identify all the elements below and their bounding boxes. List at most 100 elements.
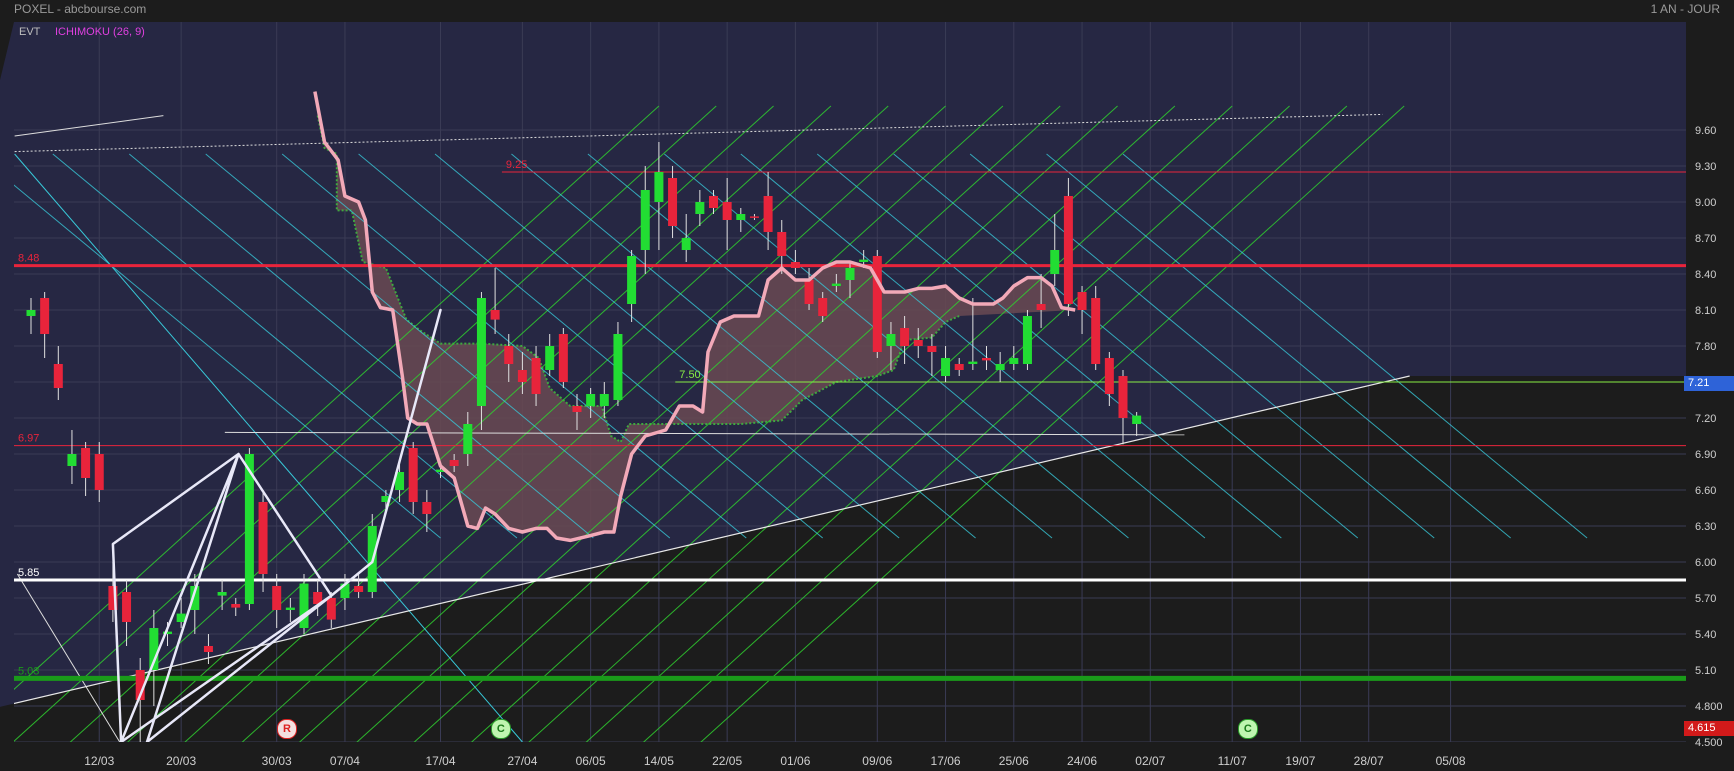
x-tick-label: 17/04 (425, 754, 455, 768)
y-tick-label: 6.00 (1695, 557, 1716, 569)
level-label: 5.03 (18, 665, 39, 677)
x-tick-label: 14/05 (644, 754, 674, 768)
candle-body (1104, 358, 1114, 394)
y-tick-label: 5.10 (1695, 665, 1716, 677)
x-tick-label: 28/07 (1354, 754, 1384, 768)
candle-body (558, 334, 568, 382)
chart-title: POXEL - abcbourse.com (14, 2, 147, 16)
candle-body (941, 358, 951, 376)
candle-body (954, 364, 964, 370)
candle-body (504, 346, 514, 364)
low-price-tag: 4.615 (1684, 721, 1734, 736)
candle-body (831, 283, 841, 286)
y-tick-label: 8.70 (1695, 233, 1716, 245)
candle-body (763, 196, 773, 232)
level-label: 5.85 (18, 567, 39, 579)
c-event-badge[interactable]: C (490, 719, 511, 739)
candle-body (927, 346, 937, 352)
candle-body (586, 394, 596, 406)
candle-body (668, 178, 678, 226)
x-tick-label: 30/03 (262, 754, 292, 768)
r-event-badge[interactable]: R (276, 719, 297, 739)
candle-body (258, 502, 268, 574)
x-tick-label: 25/06 (999, 754, 1029, 768)
x-tick-label: 19/07 (1285, 754, 1315, 768)
candle-body (285, 607, 295, 610)
candle-body (1036, 304, 1046, 310)
y-tick-label: 5.40 (1695, 629, 1716, 641)
candle-body (1077, 292, 1087, 310)
x-tick-label: 27/04 (507, 754, 537, 768)
x-tick-label: 05/08 (1436, 754, 1466, 768)
candle-body (53, 364, 63, 388)
candle-body (599, 394, 609, 406)
candle-body (449, 460, 459, 466)
candle-body (790, 262, 800, 268)
candle-body (231, 604, 241, 608)
x-tick-label: 24/06 (1067, 754, 1097, 768)
candle-body (872, 256, 882, 352)
y-tick-label: 8.40 (1695, 269, 1716, 281)
y-tick-label: 5.70 (1695, 593, 1716, 605)
candle-body (517, 370, 527, 382)
candle-body (545, 346, 555, 370)
candle-body (627, 256, 637, 304)
candle-body (886, 334, 896, 346)
candle-body (272, 586, 282, 610)
candle-body (422, 502, 432, 514)
x-tick-label: 01/06 (780, 754, 810, 768)
candle-body (845, 268, 855, 280)
candle-body (695, 202, 705, 214)
candle-body (476, 298, 486, 406)
c-event-badge[interactable]: C (1237, 719, 1258, 739)
candle-body (804, 280, 814, 304)
candle-body (408, 448, 418, 502)
y-tick-label: 6.30 (1695, 521, 1716, 533)
x-tick-label: 09/06 (862, 754, 892, 768)
ichimoku-indicator-label[interactable]: ICHIMOKU (26, 9) (55, 26, 145, 38)
candle-body (749, 216, 759, 218)
evt-indicator-label[interactable]: EVT (19, 26, 40, 38)
level-label: 6.97 (18, 433, 39, 445)
candle-body (490, 310, 500, 320)
candle-body (818, 298, 828, 316)
candle-body (1118, 376, 1128, 418)
candle-body (995, 364, 1005, 370)
candle-body (681, 238, 691, 250)
y-tick-label: 9.60 (1695, 125, 1716, 137)
candle-body (217, 592, 227, 596)
level-label: 7.50 (679, 369, 700, 381)
y-tick-label: 9.30 (1695, 161, 1716, 173)
y-tick-label: 7.80 (1695, 341, 1716, 353)
candle-body (640, 190, 650, 250)
y-tick-label: 6.90 (1695, 449, 1716, 461)
x-tick-label: 20/03 (166, 754, 196, 768)
period-label: 1 AN - JOUR (1650, 2, 1720, 16)
candle-body (572, 406, 582, 412)
candle-body (531, 358, 541, 394)
candle-body (1132, 415, 1142, 424)
candle-body (900, 328, 910, 346)
y-tick-label: 4.800 (1695, 701, 1723, 713)
candle-body (913, 340, 923, 346)
y-tick-label: 6.60 (1695, 485, 1716, 497)
x-tick-label: 17/06 (931, 754, 961, 768)
candle-body (463, 424, 473, 454)
candle-body (40, 298, 50, 334)
candle-body (203, 646, 213, 652)
x-tick-label: 02/07 (1135, 754, 1165, 768)
current-price-tag: 7.21 (1684, 376, 1734, 391)
x-tick-label: 06/05 (576, 754, 606, 768)
candle-body (968, 361, 978, 364)
candle-body (709, 196, 718, 208)
y-tick-label: 4.500 (1695, 737, 1723, 749)
candlestick-chart: 9.25 8.48 7.50 6.97 5.85 5.03 9.60 9.30 9.00 8.7… (0, 0, 1734, 771)
y-tick-label: 9.00 (1695, 197, 1716, 209)
candle-body (1022, 316, 1032, 364)
candle-body (722, 202, 732, 220)
x-tick-label: 11/07 (1218, 754, 1247, 768)
level-label: 8.48 (18, 253, 39, 265)
x-tick-label: 22/05 (712, 754, 742, 768)
candle-body (777, 232, 787, 256)
candle-body (1091, 298, 1101, 364)
